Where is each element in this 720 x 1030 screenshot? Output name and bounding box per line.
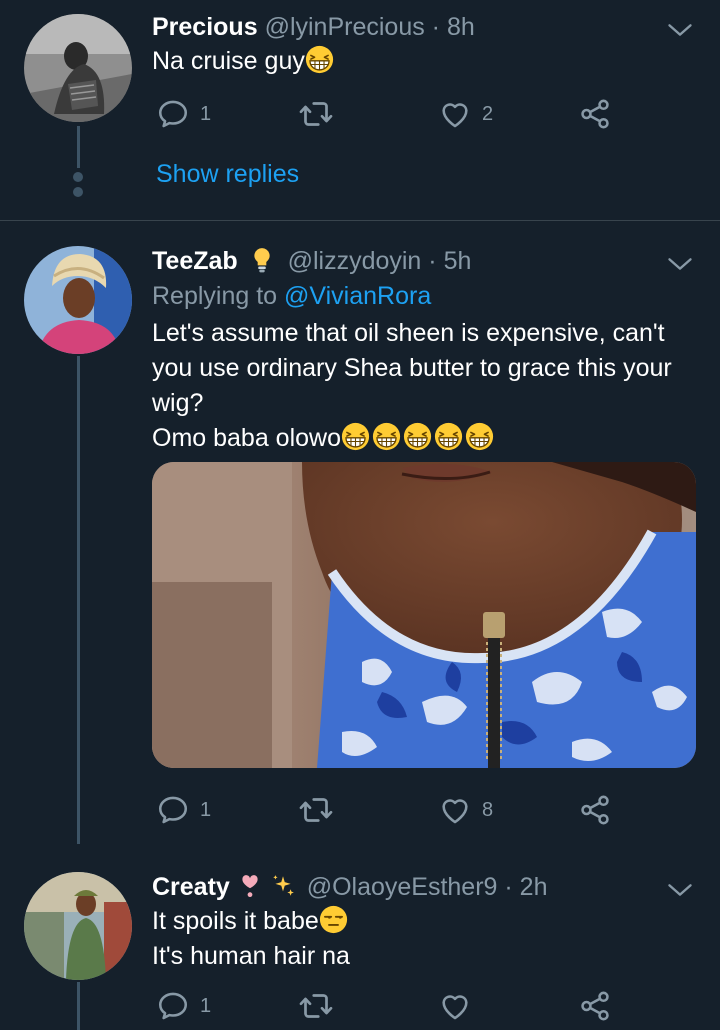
- separator: ·: [428, 247, 437, 275]
- timestamp[interactable]: 2h: [520, 873, 548, 901]
- timestamp[interactable]: 8h: [447, 13, 475, 41]
- thread-line: [77, 126, 80, 168]
- divider: [0, 220, 720, 221]
- reply-count: 1: [200, 102, 212, 125]
- user-handle[interactable]: @lyinPrecious: [265, 13, 425, 41]
- grinning-emoji-icon: [403, 422, 432, 451]
- like-button[interactable]: [438, 984, 482, 1028]
- like-icon: [438, 989, 472, 1023]
- retweet-button[interactable]: [298, 788, 344, 832]
- reply-count: 1: [200, 994, 212, 1017]
- tweet-text: It spoils it babe It's human hair na: [152, 904, 686, 974]
- retweet-icon: [298, 988, 334, 1024]
- chevron-down-icon[interactable]: [666, 250, 694, 283]
- tweet-header: TeeZab @lizzydoyin · 5h: [152, 244, 660, 278]
- retweet-button[interactable]: [298, 984, 344, 1028]
- avatar[interactable]: [24, 14, 132, 122]
- retweet-button[interactable]: [298, 92, 344, 136]
- display-name[interactable]: Creaty: [152, 873, 230, 901]
- tweet-line: Omo baba olowo: [152, 424, 342, 452]
- grinning-emoji-icon: [434, 422, 463, 451]
- lightbulb-icon: [253, 248, 270, 273]
- reply-icon: [156, 793, 190, 827]
- display-name[interactable]: Precious: [152, 13, 258, 41]
- tweet-line: It's human hair na: [152, 942, 350, 970]
- show-replies-link[interactable]: Show replies: [156, 160, 299, 189]
- heart-exclamation-icon: [242, 875, 258, 898]
- tweet-actions: 1: [152, 984, 632, 1028]
- like-icon: [438, 97, 472, 131]
- user-handle[interactable]: @lizzydoyin: [288, 247, 422, 275]
- tweet-line: wig?: [152, 389, 204, 417]
- like-count: 8: [482, 798, 494, 821]
- tweet-line: you use ordinary Shea butter to grace th…: [152, 354, 672, 382]
- unamused-emoji-icon: [319, 905, 348, 934]
- avatar[interactable]: [24, 872, 132, 980]
- separator: ·: [431, 13, 440, 41]
- tweet-header: Precious @lyinPrecious · 8h: [152, 10, 660, 44]
- timestamp[interactable]: 5h: [444, 247, 472, 275]
- tweet-precious[interactable]: Precious @lyinPrecious · 8h Na cruise gu…: [0, 10, 720, 220]
- display-name[interactable]: TeeZab: [152, 247, 238, 275]
- grinning-emoji-icon: [341, 422, 370, 451]
- reply-icon: [156, 97, 190, 131]
- grinning-emoji-icon: [465, 422, 494, 451]
- avatar[interactable]: [24, 246, 132, 354]
- share-icon: [578, 97, 612, 131]
- tweet-line: Na cruise guy: [152, 47, 305, 75]
- retweet-icon: [298, 792, 334, 828]
- tweet-text: Na cruise guy: [152, 44, 686, 79]
- mention-link[interactable]: @VivianRora: [284, 282, 431, 310]
- tweet-actions: 1 2: [152, 92, 632, 136]
- tweet-line: It spoils it babe: [152, 907, 319, 935]
- thread-line: [77, 982, 80, 1030]
- share-button[interactable]: [578, 788, 612, 832]
- replying-to: Replying to @VivianRora: [152, 279, 431, 313]
- like-count: 2: [482, 102, 494, 125]
- sparkles-icon: [272, 875, 294, 896]
- replying-to-label: Replying to: [152, 282, 278, 310]
- tweet-actions: 1 8: [152, 788, 632, 832]
- reply-icon: [156, 989, 190, 1023]
- user-handle[interactable]: @OlaoyeEsther9: [307, 873, 498, 901]
- grinning-emoji-icon: [372, 422, 401, 451]
- reply-button[interactable]: 1: [156, 984, 211, 1028]
- tweet-header: Creaty @OlaoyeEsther9 · 2h: [152, 870, 660, 904]
- share-button[interactable]: [578, 92, 612, 136]
- like-button[interactable]: 8: [438, 788, 493, 832]
- grinning-emoji-icon: [305, 45, 334, 74]
- thread-line: [77, 356, 80, 844]
- thread-dots: [73, 172, 83, 202]
- share-icon: [578, 989, 612, 1023]
- tweet-line: Let's assume that oil sheen is expensive…: [152, 319, 665, 347]
- reply-count: 1: [200, 798, 212, 821]
- tweet-photo[interactable]: [152, 462, 696, 768]
- like-button[interactable]: 2: [438, 92, 493, 136]
- retweet-icon: [298, 96, 334, 132]
- tweet-creaty[interactable]: Creaty @OlaoyeEsther9 · 2h It spoils it …: [0, 870, 720, 1030]
- reply-button[interactable]: 1: [156, 788, 211, 832]
- share-icon: [578, 793, 612, 827]
- like-icon: [438, 793, 472, 827]
- separator: ·: [504, 873, 513, 901]
- share-button[interactable]: [578, 984, 612, 1028]
- reply-button[interactable]: 1: [156, 92, 211, 136]
- tweet-text: Let's assume that oil sheen is expensive…: [152, 316, 686, 456]
